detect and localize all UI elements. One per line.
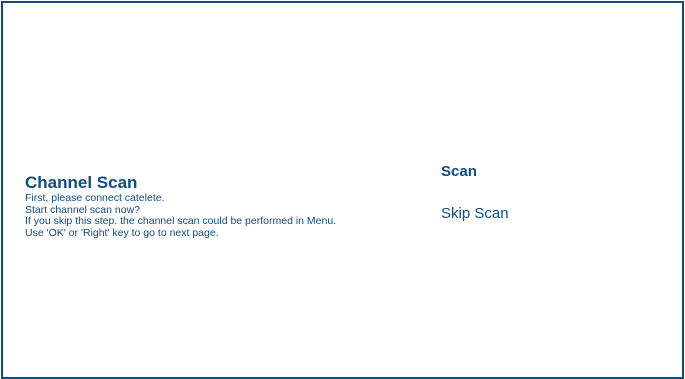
- screen-frame: Channel Scan First, please connect catel…: [1, 1, 684, 379]
- description-line-1: First, please connect catelete.: [25, 192, 165, 204]
- scan-option[interactable]: Scan: [441, 163, 477, 180]
- description-line-4: Use 'OK' or 'Right' key to go to next pa…: [25, 226, 219, 239]
- skip-scan-option[interactable]: Skip Scan: [441, 205, 509, 222]
- info-panel: Channel Scan First, please connect catel…: [25, 173, 395, 239]
- page-title: Channel Scan: [25, 173, 138, 192]
